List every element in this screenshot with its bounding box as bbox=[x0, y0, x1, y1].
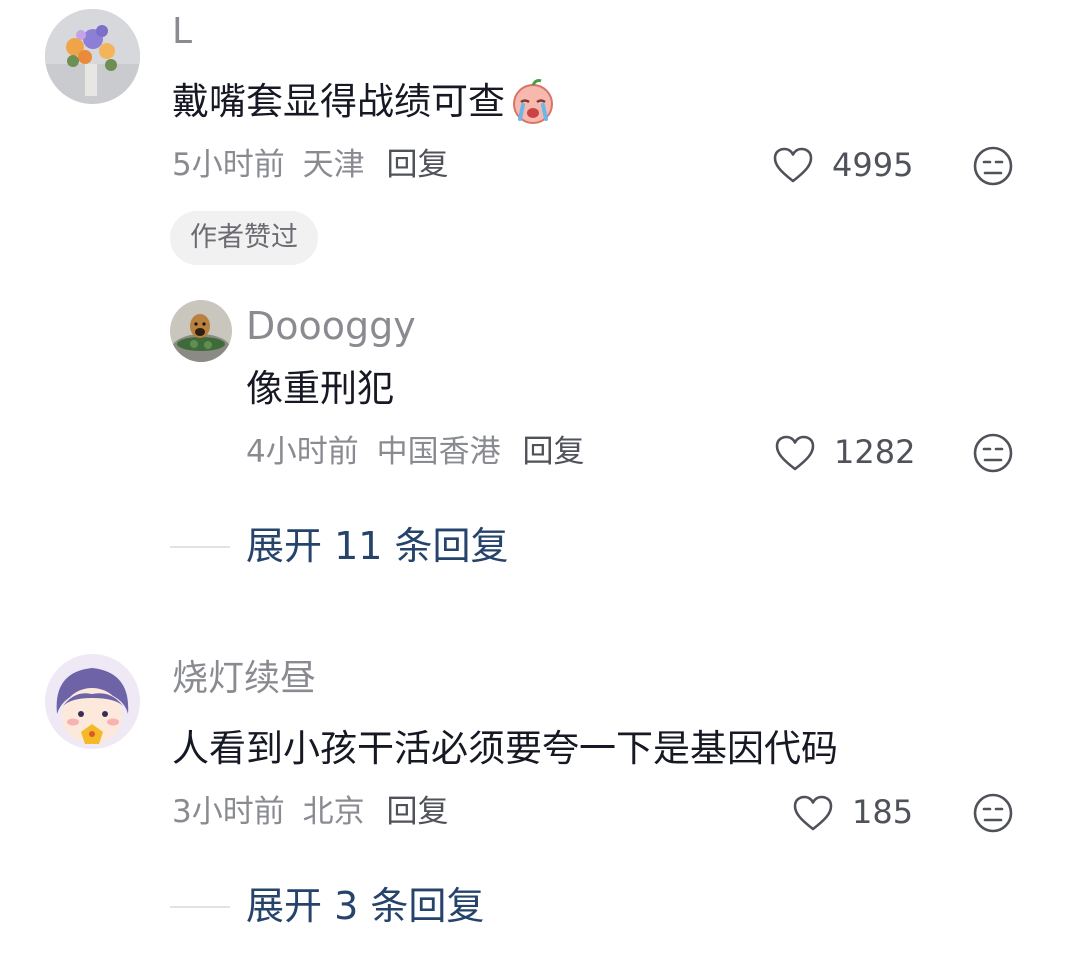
dislike-face-icon[interactable] bbox=[972, 145, 1014, 187]
expand-divider bbox=[170, 906, 230, 908]
like-heart-icon[interactable] bbox=[774, 434, 816, 472]
flower-vase-avatar-icon bbox=[45, 9, 140, 104]
reply-button[interactable]: 回复 bbox=[522, 434, 584, 470]
comment-meta: 3小时前 北京 回复 bbox=[172, 792, 448, 832]
crying-emoji-icon bbox=[509, 78, 557, 126]
reply-username[interactable]: Doooggy bbox=[246, 304, 416, 348]
comment-content: 戴嘴套显得战绩可查 bbox=[172, 78, 557, 126]
reply-button[interactable]: 回复 bbox=[386, 147, 448, 183]
like-count: 4995 bbox=[832, 146, 914, 184]
comment-location: 天津 bbox=[302, 147, 365, 183]
comment-time: 3小时前 bbox=[172, 794, 285, 830]
comment-text: 戴嘴套显得战绩可查 bbox=[172, 80, 505, 123]
reply-time: 4小时前 bbox=[246, 434, 359, 470]
like-count: 1282 bbox=[834, 433, 916, 471]
comment-meta: 5小时前 天津 回复 bbox=[172, 145, 448, 185]
like-count: 185 bbox=[852, 793, 914, 831]
comment-username[interactable]: L bbox=[172, 10, 192, 54]
author-liked-badge: 作者赞过 bbox=[170, 211, 318, 265]
comment-content: 人看到小孩干活必须要夸一下是基因代码 bbox=[172, 727, 838, 770]
comment-location: 北京 bbox=[302, 794, 365, 830]
cartoon-boy-avatar-icon bbox=[45, 654, 140, 749]
reply-content: 像重刑犯 bbox=[246, 367, 394, 410]
expand-divider bbox=[170, 546, 230, 548]
expand-replies-button[interactable]: 展开 3 条回复 bbox=[246, 882, 484, 930]
dog-in-tub-avatar-icon bbox=[170, 300, 232, 362]
dislike-face-icon[interactable] bbox=[972, 432, 1014, 474]
like-heart-icon[interactable] bbox=[772, 146, 814, 184]
expand-replies-button[interactable]: 展开 11 条回复 bbox=[246, 522, 509, 570]
like-heart-icon[interactable] bbox=[792, 794, 834, 832]
user-avatar[interactable] bbox=[45, 9, 140, 104]
reply-meta: 4小时前 中国香港 回复 bbox=[246, 432, 584, 472]
comment-username[interactable]: 烧灯续昼 bbox=[172, 657, 316, 701]
reply-avatar[interactable] bbox=[170, 300, 232, 362]
reply-button[interactable]: 回复 bbox=[386, 794, 448, 830]
reply-location: 中国香港 bbox=[376, 434, 501, 470]
user-avatar[interactable] bbox=[45, 654, 140, 749]
comment-time: 5小时前 bbox=[172, 147, 285, 183]
dislike-face-icon[interactable] bbox=[972, 792, 1014, 834]
